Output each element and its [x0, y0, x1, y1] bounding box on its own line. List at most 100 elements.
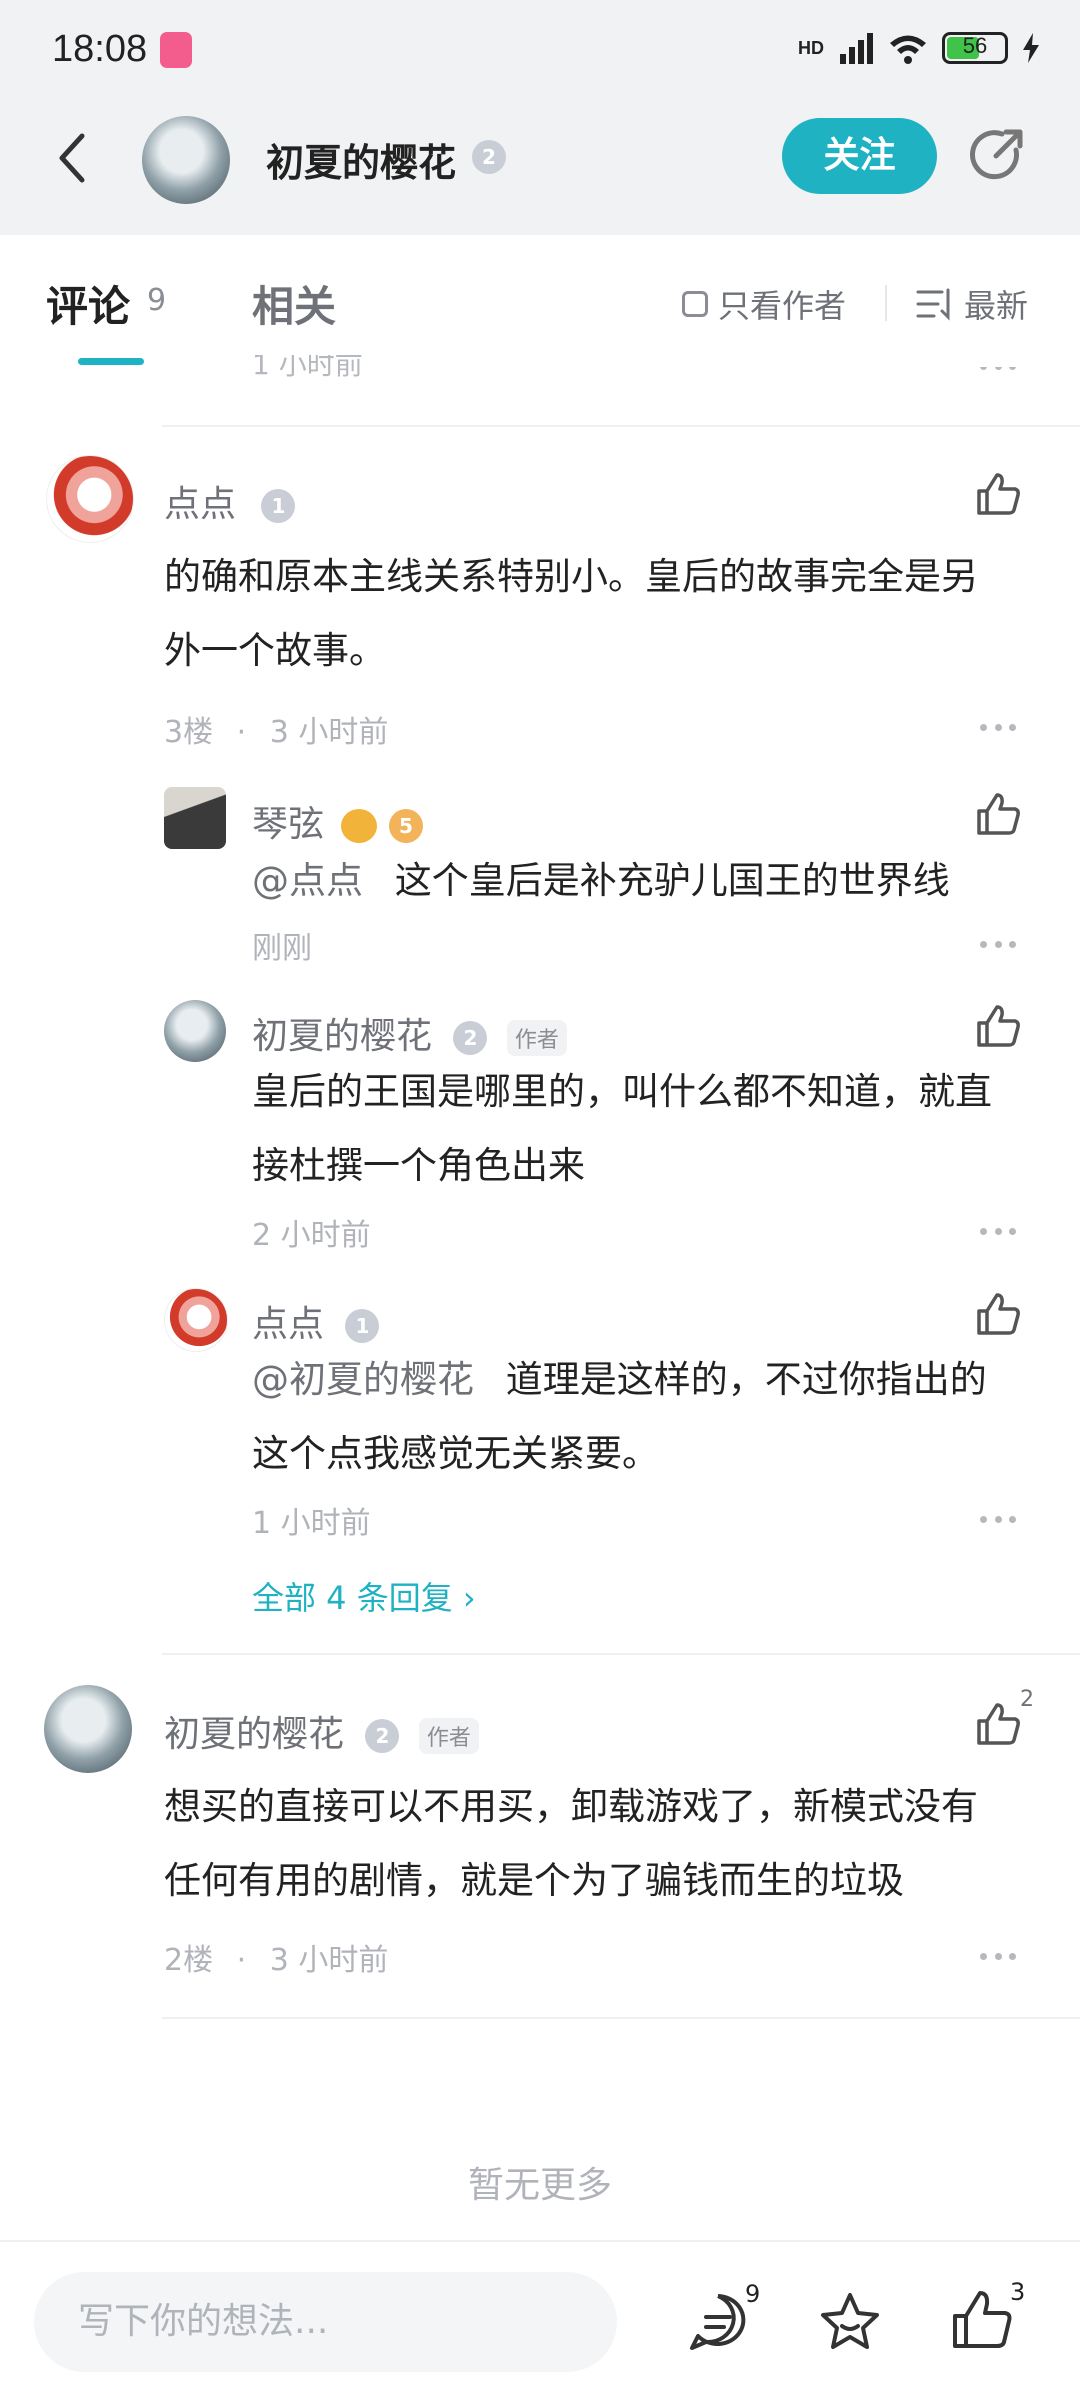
- separator: [162, 1653, 1080, 1655]
- like-icon[interactable]: [950, 2288, 1014, 2352]
- level-value: 2: [482, 145, 496, 169]
- like-count: 3: [1010, 2278, 1026, 2306]
- mention[interactable]: @初夏的樱花: [252, 1358, 474, 1401]
- only-author-label: 只看作者: [718, 287, 847, 325]
- comment-count: 9: [745, 2280, 761, 2308]
- level-badge: 5: [388, 809, 423, 843]
- battery-indicator: 56: [942, 32, 1008, 64]
- reply-author-name: 初夏的樱花: [252, 1016, 433, 1057]
- comment-body: 想买的直接可以不用买，卸载游戏了，新模式没有 任何有用的剧情，就是个为了骗钱而生…: [164, 1770, 1024, 1918]
- no-more-label: 暂无更多: [467, 2165, 612, 2206]
- avatar[interactable]: [46, 455, 134, 543]
- comment-meta: 3楼 · 3 小时前: [164, 715, 389, 750]
- tab-active-indicator: [78, 358, 144, 365]
- comment-text-line: 想买的直接可以不用买，卸载游戏了，新模式没有: [164, 1785, 978, 1828]
- comment-meta: 2楼 · 3 小时前: [164, 1943, 389, 1978]
- separator: [162, 2017, 1080, 2019]
- only-author-toggle[interactable]: 只看作者: [682, 281, 846, 327]
- reply-author[interactable]: 点点 1: [252, 1295, 380, 1347]
- comments-sheet: 评论 9 相关 只看作者 最新 1 小时前 点点 1 的确和原本主线关系特别小。…: [0, 235, 1080, 2400]
- reply-text-line: 皇后的王国是哪里的，叫什么都不知道，就直: [252, 1070, 992, 1113]
- reply-text-line: 这个点我感觉无关紧要。: [252, 1432, 659, 1475]
- charging-icon: [1023, 33, 1039, 63]
- like-icon[interactable]: [975, 471, 1021, 517]
- comment-author[interactable]: 点点 1: [164, 475, 296, 527]
- like-icon[interactable]: [975, 1701, 1021, 1747]
- favorite-icon[interactable]: [818, 2290, 882, 2354]
- checkbox-icon: [682, 291, 708, 317]
- wifi-icon: [890, 35, 926, 64]
- more-icon[interactable]: [980, 1228, 1016, 1236]
- floor-number: 3楼: [164, 715, 214, 750]
- battery-level: 56: [962, 33, 988, 58]
- view-all-replies-link[interactable]: 全部 4 条回复 ›: [252, 1573, 476, 1619]
- level-value: 1: [355, 1314, 370, 1338]
- sort-label: 最新: [964, 287, 1029, 325]
- comment-body: 的确和原本主线关系特别小。皇后的故事完全是另 外一个故事。: [164, 540, 1024, 688]
- reply-time: 1 小时前: [252, 1506, 371, 1541]
- like-icon[interactable]: [975, 791, 1021, 837]
- more-icon[interactable]: [980, 724, 1016, 732]
- author-avatar[interactable]: [142, 116, 230, 204]
- reply-time: 2 小时前: [252, 1218, 371, 1253]
- status-time: 18:08: [52, 28, 148, 70]
- level-badge: 2: [453, 1021, 488, 1055]
- mention[interactable]: @点点: [252, 859, 363, 902]
- comment-text-line: 的确和原本主线关系特别小。皇后的故事完全是另: [164, 555, 978, 598]
- status-bar: 18:08 HD 56: [0, 0, 1080, 100]
- level-value: 2: [375, 1724, 390, 1748]
- divider: [885, 285, 887, 321]
- avatar[interactable]: [164, 1000, 226, 1062]
- author-tag: 作者: [506, 1020, 567, 1056]
- comment-text-line: 任何有用的剧情，就是个为了骗钱而生的垃圾: [164, 1859, 904, 1902]
- reply-text-line: 接杜撰一个角色出来: [252, 1144, 585, 1187]
- reply-author-name: 点点: [252, 1304, 325, 1345]
- avatar[interactable]: [44, 1685, 132, 1773]
- more-icon[interactable]: [980, 1953, 1016, 1961]
- more-icon[interactable]: [980, 1516, 1016, 1524]
- bilibili-notification-icon: [160, 32, 192, 68]
- avatar[interactable]: [164, 787, 226, 849]
- follow-button[interactable]: 关注: [782, 118, 937, 194]
- reply-time: 刚刚: [252, 931, 312, 966]
- network-type: HD: [798, 37, 824, 58]
- comments-count: 9: [147, 283, 167, 318]
- comment-author[interactable]: 初夏的樱花 2 作者: [164, 1705, 479, 1757]
- author-tag: 作者: [418, 1718, 479, 1754]
- separator: [162, 425, 1080, 427]
- author-name[interactable]: 初夏的樱花: [266, 132, 456, 187]
- tabs-row: 评论 9 相关 只看作者 最新: [0, 235, 1080, 365]
- level-badge: 1: [261, 489, 296, 523]
- avatar[interactable]: [164, 1288, 228, 1352]
- back-icon[interactable]: [48, 128, 98, 188]
- level-badge: 1: [345, 1309, 380, 1343]
- like-icon[interactable]: [975, 1003, 1021, 1049]
- bottom-bar: 写下你的想法... 9 3: [0, 2240, 1080, 2402]
- tab-related[interactable]: 相关: [252, 273, 336, 334]
- reply-author[interactable]: 琴弦 5: [252, 795, 423, 847]
- like-icon[interactable]: [975, 1291, 1021, 1337]
- share-icon[interactable]: [966, 124, 1028, 186]
- sort-icon: [916, 288, 950, 321]
- emoji-badge-icon: [341, 809, 378, 843]
- level-value: 1: [271, 494, 286, 518]
- comment-time: 3 小时前: [269, 715, 389, 750]
- comment-icon[interactable]: [686, 2290, 750, 2354]
- floor-number: 2楼: [164, 1943, 214, 1978]
- reply-body: 皇后的王国是哪里的，叫什么都不知道，就直 接杜撰一个角色出来: [252, 1055, 1052, 1203]
- comment-time: 3 小时前: [269, 1943, 389, 1978]
- level-value: 5: [398, 814, 413, 838]
- level-value: 2: [463, 1026, 478, 1050]
- header: 初夏的樱花 2 关注: [0, 100, 1080, 235]
- reply-body: @初夏的樱花 道理是这样的，不过你指出的 这个点我感觉无关紧要。: [252, 1343, 1052, 1491]
- comment-author-name: 点点: [164, 484, 237, 525]
- comment-author-name: 初夏的樱花: [164, 1714, 345, 1755]
- comment-text-line: 外一个故事。: [164, 629, 386, 672]
- reply-author[interactable]: 初夏的樱花 2 作者: [252, 1007, 567, 1059]
- reply-text-line: 这个皇后是补充驴儿国王的世界线: [394, 859, 950, 902]
- sort-button[interactable]: 最新: [916, 281, 1028, 327]
- tab-comments[interactable]: 评论: [46, 273, 130, 334]
- like-count: 2: [1020, 1687, 1034, 1712]
- more-icon[interactable]: [980, 941, 1016, 949]
- comment-input[interactable]: 写下你的想法...: [34, 2272, 617, 2372]
